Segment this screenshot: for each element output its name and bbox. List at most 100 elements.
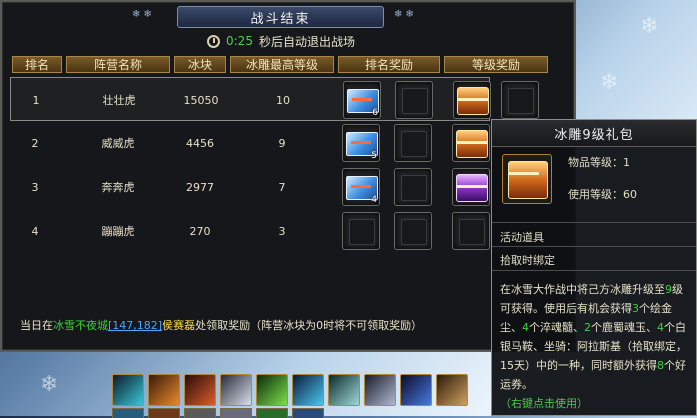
skill-icon-9[interactable] — [400, 374, 432, 406]
empty-slot — [342, 212, 380, 250]
gift-chest-icon — [508, 161, 548, 199]
header-level-reward: 等级奖励 — [444, 56, 548, 73]
empty-slot — [394, 168, 432, 206]
skill-icon-11[interactable] — [112, 408, 144, 418]
snowflake-icon: ❄ — [640, 14, 659, 39]
ice-cell: 2977 — [186, 180, 214, 194]
header-camp-name: 阵营名称 — [66, 56, 170, 73]
tooltip-title: 冰雕9级礼包 — [554, 127, 634, 143]
header-rank: 排名 — [12, 56, 62, 73]
table-row[interactable]: 3 奔奔虎 2977 7 4 — [10, 165, 490, 209]
table-row[interactable]: 2 威威虎 4456 9 5 — [10, 121, 490, 165]
empty-slot — [501, 81, 539, 119]
tooltip-title-bar: 冰雕9级礼包 — [492, 120, 696, 147]
camp-name-cell: 蹦蹦虎 — [101, 225, 135, 238]
skill-icon-2[interactable] — [148, 374, 180, 406]
table-row[interactable]: 1 壮壮虎 15050 10 6 — [10, 77, 539, 121]
item-tooltip: 冰雕9级礼包 物品等级：1 使用等级：60 活动道具 拾取时绑定 在冰雪大作战中… — [491, 119, 697, 416]
level-cell: 3 — [278, 224, 286, 238]
rank-reward-slot[interactable]: 5 — [342, 124, 380, 162]
level-cell: 9 — [278, 136, 286, 150]
note-text: 处领取奖励（阵营冰块为0时将不可领取奖励） — [195, 319, 423, 332]
skill-icon-1[interactable] — [112, 374, 144, 406]
item-category: 活动道具 — [500, 231, 544, 244]
bind-type: 拾取时绑定 — [500, 254, 555, 267]
camp-name-cell: 奔奔虎 — [101, 181, 135, 194]
coordinate-link[interactable]: [147,182] — [108, 319, 162, 332]
skill-bar-row-2 — [112, 408, 324, 418]
desc-number: 9 — [665, 283, 672, 296]
desc-text: 个鹿蜀魂玉、 — [591, 321, 657, 334]
level-cell: 7 — [278, 180, 286, 194]
level-reward-slot[interactable] — [453, 81, 491, 119]
rank-reward-slot[interactable]: 6 — [343, 81, 381, 119]
level-cell: 10 — [276, 93, 290, 107]
divider — [492, 222, 696, 223]
clock-icon — [207, 34, 220, 48]
ice-cell: 4456 — [186, 136, 214, 150]
level-reward-slot[interactable] — [452, 168, 490, 206]
skill-icon-15[interactable] — [256, 408, 288, 418]
title-ornament-right: ❄ ❄ — [394, 9, 414, 20]
skill-icon-4[interactable] — [220, 374, 252, 406]
item-quantity: 6 — [372, 108, 378, 118]
snowflake-icon: ❄ — [40, 372, 59, 397]
empty-slot — [395, 81, 433, 119]
desc-number: 4 — [522, 321, 529, 334]
skill-icon-8[interactable] — [364, 374, 396, 406]
desc-number: 4 — [657, 321, 664, 334]
title-bar: 战斗结束 — [177, 6, 384, 28]
header-ice: 冰块 — [174, 56, 226, 73]
rank-cell: 1 — [32, 93, 40, 107]
empty-slot — [394, 212, 432, 250]
timer-value: 0:25 — [226, 34, 253, 48]
battle-result-window: ❄ ❄ ❄ ❄ 战斗结束 0:25 秒后自动退出战场 排名 阵营名称 冰块 冰雕… — [0, 0, 576, 352]
header-rank-reward: 排名奖励 — [338, 56, 440, 73]
use-hint: （右键点击使用） — [500, 397, 588, 410]
skill-icon-16[interactable] — [292, 408, 324, 418]
tooltip-item-slot — [502, 154, 552, 204]
item-description: 在冰雪大作战中将己方冰雕升级至9级可获得。使用后有机会获得3个绘金尘、4个淬魂髓… — [500, 280, 690, 413]
ice-cell: 270 — [189, 224, 211, 238]
camp-name-cell: 威威虎 — [101, 137, 135, 150]
skill-icon-13[interactable] — [184, 408, 216, 418]
desc-text: 在冰雪大作战中将己方冰雕升级至 — [500, 283, 665, 296]
map-name-link[interactable]: 冰雪不夜城 — [53, 319, 108, 332]
skill-icon-6[interactable] — [292, 374, 324, 406]
empty-slot — [394, 124, 432, 162]
desc-number: 2 — [584, 321, 591, 334]
skill-icon-5[interactable] — [256, 374, 288, 406]
item-level: 物品等级：1 — [568, 156, 630, 169]
exit-timer: 0:25 秒后自动退出战场 — [207, 32, 355, 50]
empty-slot — [452, 212, 490, 250]
gift-chest-icon — [457, 87, 489, 115]
level-reward-slot[interactable] — [452, 124, 490, 162]
divider — [492, 246, 696, 247]
skill-icon-10[interactable] — [436, 374, 468, 406]
ice-cell: 15050 — [183, 93, 219, 107]
desc-text: 个淬魂髓、 — [529, 321, 584, 334]
window-title: 战斗结束 — [250, 11, 311, 27]
skill-icon-12[interactable] — [148, 408, 180, 418]
note-text: 当日在 — [20, 319, 53, 332]
gift-chest-icon — [456, 130, 488, 158]
table-row[interactable]: 4 蹦蹦虎 270 3 — [10, 209, 490, 253]
reward-claim-note: 当日在冰雪不夜城[147,182]侯赛磊处领取奖励（阵营冰块为0时将不可领取奖励… — [20, 317, 422, 333]
desc-number: 8 — [657, 359, 664, 372]
rank-cell: 2 — [31, 136, 39, 150]
item-quantity: 4 — [371, 195, 377, 205]
snowflake-icon: ❄ — [600, 70, 619, 95]
desc-number: 3 — [632, 302, 639, 315]
skill-bar-right — [400, 374, 468, 416]
skill-icon-14[interactable] — [220, 408, 252, 418]
rank-cell: 4 — [31, 224, 39, 238]
rank-cell: 3 — [31, 180, 39, 194]
skill-icon-3[interactable] — [184, 374, 216, 406]
rank-reward-slot[interactable]: 4 — [342, 168, 380, 206]
timer-text: 秒后自动退出战场 — [258, 34, 355, 49]
purple-gift-chest-icon — [456, 174, 488, 202]
use-level: 使用等级：60 — [568, 188, 637, 201]
npc-name-link[interactable]: 侯赛磊 — [162, 319, 195, 332]
header-max-level: 冰雕最高等级 — [230, 56, 334, 73]
skill-icon-7[interactable] — [328, 374, 360, 406]
